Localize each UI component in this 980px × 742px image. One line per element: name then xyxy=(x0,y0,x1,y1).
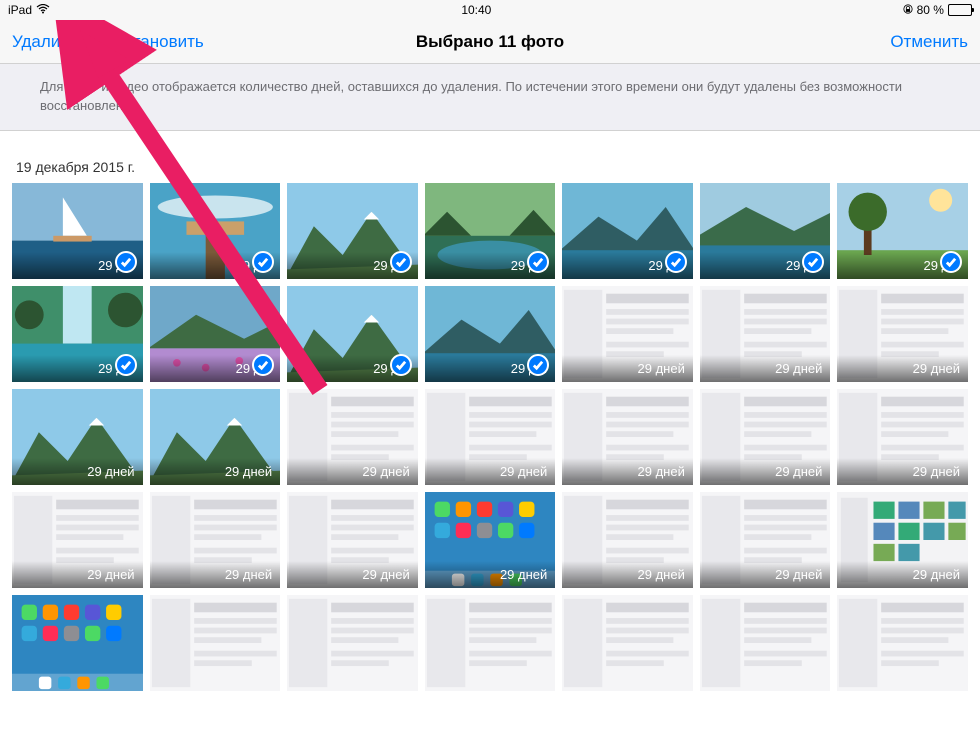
photo-thumbnail[interactable]: 29 д... xyxy=(425,286,556,382)
nav-title: Выбрано 11 фото xyxy=(416,32,564,52)
photo-thumbnail[interactable]: 29 д... xyxy=(150,286,281,382)
days-remaining-label: 29 дней xyxy=(700,458,831,485)
photo-thumbnail[interactable]: 29 дней xyxy=(150,389,281,485)
nav-bar: Удалить Восстановить Выбрано 11 фото Отм… xyxy=(0,20,980,64)
photo-thumbnail[interactable]: 29 дней xyxy=(12,492,143,588)
delete-button[interactable]: Удалить xyxy=(12,32,77,52)
photo-thumbnail[interactable]: 29 дней xyxy=(700,389,831,485)
days-remaining-label: 29 дней xyxy=(150,561,281,588)
photo-thumbnail[interactable]: 29 дней xyxy=(425,492,556,588)
photo-thumbnail[interactable]: 29 д... xyxy=(562,183,693,279)
selection-checkmark-icon xyxy=(252,354,274,376)
wifi-icon xyxy=(36,3,50,17)
photo-thumbnail[interactable]: 29 дней xyxy=(425,389,556,485)
days-remaining-label: 29 дней xyxy=(837,355,968,382)
selection-checkmark-icon xyxy=(527,251,549,273)
photo-thumbnail[interactable]: 29 дней xyxy=(150,492,281,588)
photo-thumbnail[interactable] xyxy=(562,595,693,691)
days-remaining-label: 29 дней xyxy=(150,458,281,485)
selection-checkmark-icon xyxy=(115,251,137,273)
recover-button[interactable]: Восстановить xyxy=(95,32,204,52)
clock: 10:40 xyxy=(461,3,491,17)
battery-percent: 80 % xyxy=(917,3,944,17)
photo-thumbnail[interactable]: 29 дней xyxy=(562,389,693,485)
photo-thumbnail[interactable] xyxy=(700,595,831,691)
days-remaining-label: 29 дней xyxy=(700,355,831,382)
days-remaining-label: 29 дней xyxy=(12,561,143,588)
photo-thumbnail[interactable]: 29 дней xyxy=(12,389,143,485)
battery-icon xyxy=(948,4,972,16)
days-remaining-label: 29 дней xyxy=(12,458,143,485)
orientation-lock-icon xyxy=(903,3,913,18)
photo-thumbnail[interactable]: 29 дней xyxy=(837,389,968,485)
status-bar: iPad 10:40 80 % xyxy=(0,0,980,20)
photo-thumbnail[interactable]: 29 дней xyxy=(287,389,418,485)
photo-thumbnail[interactable]: 29 дней xyxy=(562,286,693,382)
photo-thumbnail[interactable]: 29 д... xyxy=(287,286,418,382)
selection-checkmark-icon xyxy=(252,251,274,273)
days-remaining-label: 29 дней xyxy=(287,561,418,588)
photo-thumbnail[interactable]: 29 д... xyxy=(150,183,281,279)
photo-thumbnail[interactable]: 29 д... xyxy=(700,183,831,279)
photo-thumbnail[interactable]: 29 д... xyxy=(287,183,418,279)
photo-thumbnail[interactable]: 29 д... xyxy=(837,183,968,279)
cancel-button[interactable]: Отменить xyxy=(890,32,968,52)
selection-checkmark-icon xyxy=(115,354,137,376)
days-remaining-label: 29 дней xyxy=(425,561,556,588)
photo-thumbnail[interactable] xyxy=(425,595,556,691)
selection-checkmark-icon xyxy=(390,251,412,273)
photo-thumbnail[interactable]: 29 дней xyxy=(837,286,968,382)
device-label: iPad xyxy=(8,3,32,17)
days-remaining-label: 29 дней xyxy=(562,458,693,485)
photo-thumbnail[interactable] xyxy=(287,595,418,691)
days-remaining-label: 29 дней xyxy=(562,355,693,382)
photo-thumbnail[interactable]: 29 дней xyxy=(700,492,831,588)
photo-thumbnail[interactable] xyxy=(12,595,143,691)
selection-checkmark-icon xyxy=(665,251,687,273)
photo-thumbnail[interactable]: 29 д... xyxy=(425,183,556,279)
days-remaining-label: 29 дней xyxy=(837,561,968,588)
section-date: 19 декабря 2015 г. xyxy=(12,131,968,183)
photo-thumbnail[interactable] xyxy=(150,595,281,691)
days-remaining-label: 29 дней xyxy=(425,458,556,485)
photo-thumbnail[interactable]: 29 д... xyxy=(12,286,143,382)
photo-thumbnail[interactable]: 29 дней xyxy=(837,492,968,588)
days-remaining-label: 29 дней xyxy=(562,561,693,588)
selection-checkmark-icon xyxy=(527,354,549,376)
photo-gallery[interactable]: 19 декабря 2015 г. 29 д...29 д...29 д...… xyxy=(0,131,980,742)
photo-thumbnail[interactable]: 29 д... xyxy=(12,183,143,279)
selection-checkmark-icon xyxy=(940,251,962,273)
days-remaining-label: 29 дней xyxy=(287,458,418,485)
selection-checkmark-icon xyxy=(390,354,412,376)
photo-thumbnail[interactable]: 29 дней xyxy=(562,492,693,588)
photo-thumbnail[interactable]: 29 дней xyxy=(287,492,418,588)
photo-thumbnail[interactable] xyxy=(837,595,968,691)
info-banner: Для фото и видео отображается количество… xyxy=(0,64,980,131)
photo-thumbnail[interactable]: 29 дней xyxy=(700,286,831,382)
days-remaining-label: 29 дней xyxy=(837,458,968,485)
selection-checkmark-icon xyxy=(802,251,824,273)
days-remaining-label: 29 дней xyxy=(700,561,831,588)
